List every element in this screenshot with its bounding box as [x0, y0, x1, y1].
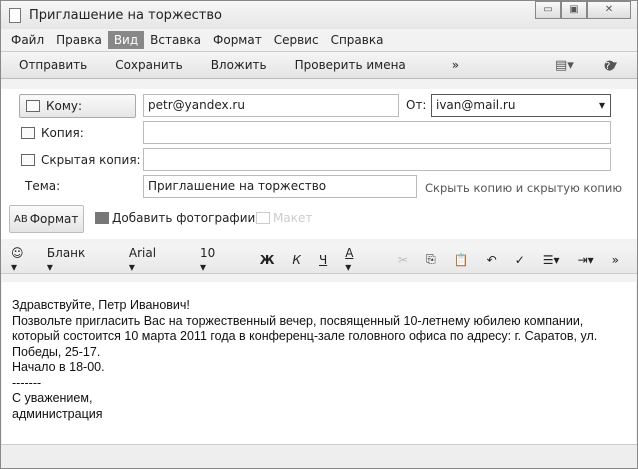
font-color-button[interactable]: A ▾: [345, 246, 380, 274]
compose-window: Приглашение на торжество ▭ ▣ ✕ Файл Правка…: [0, 0, 638, 469]
message-body[interactable]: Здравствуйте, Петр Иванович! Позвольте п…: [2, 282, 636, 444]
chevron-down-icon: ▾: [598, 98, 605, 112]
address-book-icon: [21, 154, 35, 166]
font-dropdown[interactable]: Arial ▾: [129, 246, 182, 274]
more-button[interactable]: »: [452, 58, 459, 72]
status-bar: [1, 444, 637, 468]
emoticon-button[interactable]: ☺▾: [11, 246, 29, 274]
undo-icon[interactable]: ↶: [487, 253, 497, 267]
add-photos-button[interactable]: Добавить фотографии: [95, 211, 255, 225]
menu-view[interactable]: Вид: [107, 31, 145, 49]
menu-bar: Файл Правка Вид Вставка Формат Сервис Сп…: [1, 29, 637, 51]
menu-insert[interactable]: Вставка: [144, 31, 207, 49]
hide-cc-link[interactable]: Скрыть копию и скрытую копию: [425, 181, 622, 195]
address-book-icon: [26, 100, 40, 112]
photo-icon: [95, 212, 109, 224]
cc-button[interactable]: Копия:: [21, 121, 84, 145]
window-title: Приглашение на торжество: [29, 7, 222, 23]
bcc-input[interactable]: [143, 148, 611, 171]
main-toolbar: Отправить Сохранить Вложить Проверить им…: [1, 51, 637, 79]
underline-button[interactable]: Ч: [319, 253, 327, 267]
numbered-list-icon[interactable]: ☰▾: [543, 253, 560, 267]
bold-button[interactable]: Ж: [260, 253, 275, 267]
menu-format[interactable]: Формат: [207, 31, 268, 49]
format-icon: AB: [14, 213, 28, 225]
close-button[interactable]: ✕: [587, 1, 631, 19]
indent-icon[interactable]: ⇥▾: [578, 253, 594, 267]
to-button[interactable]: Кому:: [19, 94, 136, 118]
layout-icon: [256, 212, 270, 224]
priority-icon[interactable]: ▤▾: [555, 58, 574, 73]
cc-input[interactable]: [143, 121, 611, 144]
more-format-button[interactable]: »: [612, 253, 619, 267]
layout-button: Макет: [256, 211, 312, 225]
subject-input[interactable]: Приглашение на торжество: [143, 175, 417, 198]
spellcheck-icon[interactable]: ✓: [515, 253, 525, 267]
paste-icon[interactable]: 📋: [454, 253, 469, 267]
from-label: От:: [406, 98, 427, 112]
message-header: Кому: petr@yandex.ru От: ivan@mail.ru ▾ К…: [1, 89, 637, 239]
check-names-button[interactable]: Проверить имена: [295, 58, 406, 72]
stationery-dropdown[interactable]: Бланк ▾: [47, 246, 111, 274]
italic-button[interactable]: К: [292, 253, 301, 267]
copy-icon[interactable]: ⎘: [426, 252, 436, 267]
title-bar: Приглашение на торжество ▭ ▣ ✕: [1, 1, 637, 29]
menu-file[interactable]: Файл: [5, 31, 50, 49]
help-button[interactable]: ●?▾: [604, 58, 617, 73]
attach-button[interactable]: Вложить: [211, 58, 267, 72]
cut-icon[interactable]: ✂: [398, 253, 408, 267]
send-button[interactable]: Отправить: [19, 58, 87, 72]
format-toolbar: ☺▾ Бланк ▾ Arial ▾ 10 ▾ Ж К Ч A ▾ ✂ ⎘ 📋 …: [1, 246, 637, 274]
maximize-button[interactable]: ▣: [561, 1, 587, 19]
save-button[interactable]: Сохранить: [115, 58, 183, 72]
size-dropdown[interactable]: 10 ▾: [200, 246, 242, 274]
address-book-icon: [21, 127, 35, 139]
bcc-button[interactable]: Скрытая копия:: [21, 148, 141, 172]
menu-tools[interactable]: Сервис: [268, 31, 325, 49]
from-select[interactable]: ivan@mail.ru ▾: [431, 94, 611, 117]
menu-edit[interactable]: Правка: [50, 31, 108, 49]
to-input[interactable]: petr@yandex.ru: [143, 94, 399, 117]
format-button[interactable]: AB Формат: [9, 205, 84, 233]
document-icon: [9, 7, 21, 23]
menu-help[interactable]: Справка: [325, 31, 390, 49]
subject-label: Тема:: [25, 179, 61, 193]
minimize-button[interactable]: ▭: [535, 1, 561, 19]
